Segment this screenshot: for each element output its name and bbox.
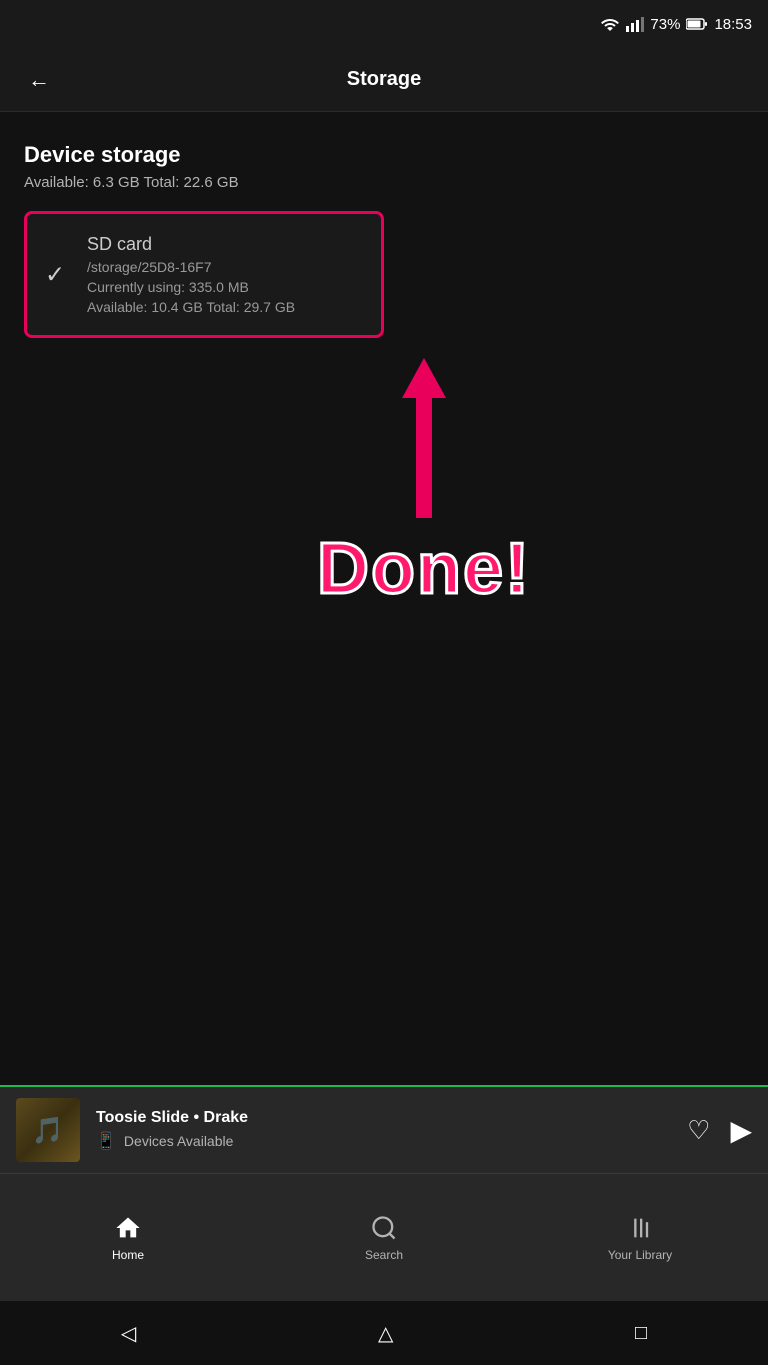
battery-icon <box>686 17 708 31</box>
device-storage-section: Device storage Available: 6.3 GB Total: … <box>24 142 744 191</box>
like-button[interactable]: ♡ <box>687 1115 710 1146</box>
now-playing-info: Toosie Slide • Drake 📱 Devices Available <box>96 1109 687 1151</box>
android-recents-button[interactable]: □ <box>611 1314 671 1353</box>
sd-card-option[interactable]: ✓ SD card /storage/25D8-16F7 Currently u… <box>24 211 384 338</box>
album-art: 🎵 <box>16 1098 80 1162</box>
device-icon: 📱 <box>96 1131 116 1151</box>
nav-item-search[interactable]: Search <box>256 1202 512 1274</box>
nav-library-label: Your Library <box>608 1248 672 1262</box>
sd-card-using: Currently using: 335.0 MB <box>87 279 361 295</box>
top-navigation: ← Storage <box>0 48 768 112</box>
checkmark-icon: ✓ <box>45 260 65 289</box>
signal-icon <box>626 16 644 32</box>
time-display: 18:53 <box>714 16 752 33</box>
sd-card-path: /storage/25D8-16F7 <box>87 259 361 275</box>
sd-card-title: SD card <box>87 234 361 255</box>
now-playing-title: Toosie Slide • Drake <box>96 1109 687 1127</box>
android-navigation: ◁ △ □ <box>0 1301 768 1365</box>
annotation-area: Done! <box>24 358 744 610</box>
now-playing-devices: 📱 Devices Available <box>96 1131 687 1151</box>
devices-label: Devices Available <box>124 1133 233 1149</box>
library-icon <box>626 1214 654 1242</box>
battery-level: 73% <box>650 16 680 33</box>
now-playing-controls: ♡ ▶ <box>687 1114 752 1147</box>
nav-item-library[interactable]: Your Library <box>512 1202 768 1274</box>
wifi-icon <box>600 16 620 32</box>
play-button[interactable]: ▶ <box>730 1114 752 1147</box>
page-title: Storage <box>347 68 421 91</box>
search-icon <box>370 1214 398 1242</box>
sd-card-available: Available: 10.4 GB Total: 29.7 GB <box>87 299 361 315</box>
nav-search-label: Search <box>365 1248 403 1262</box>
nav-item-home[interactable]: Home <box>0 1202 256 1274</box>
home-icon <box>114 1214 142 1242</box>
device-storage-label: Device storage <box>24 142 744 168</box>
now-playing-bar: 🎵 Toosie Slide • Drake 📱 Devices Availab… <box>0 1085 768 1173</box>
status-bar: 73% 18:53 <box>0 0 768 48</box>
done-annotation: Done! <box>317 528 531 610</box>
back-button[interactable]: ← <box>20 59 58 101</box>
android-back-button[interactable]: ◁ <box>97 1313 160 1354</box>
nav-home-label: Home <box>112 1248 144 1262</box>
bottom-navigation: Home Search Your Library <box>0 1173 768 1301</box>
arrow-shaft <box>416 398 432 518</box>
arrow-up-icon <box>402 358 446 398</box>
main-content: Device storage Available: 6.3 GB Total: … <box>0 112 768 640</box>
device-storage-info: Available: 6.3 GB Total: 22.6 GB <box>24 174 744 191</box>
android-home-button[interactable]: △ <box>354 1313 417 1354</box>
status-icons: 73% 18:53 <box>600 16 752 33</box>
